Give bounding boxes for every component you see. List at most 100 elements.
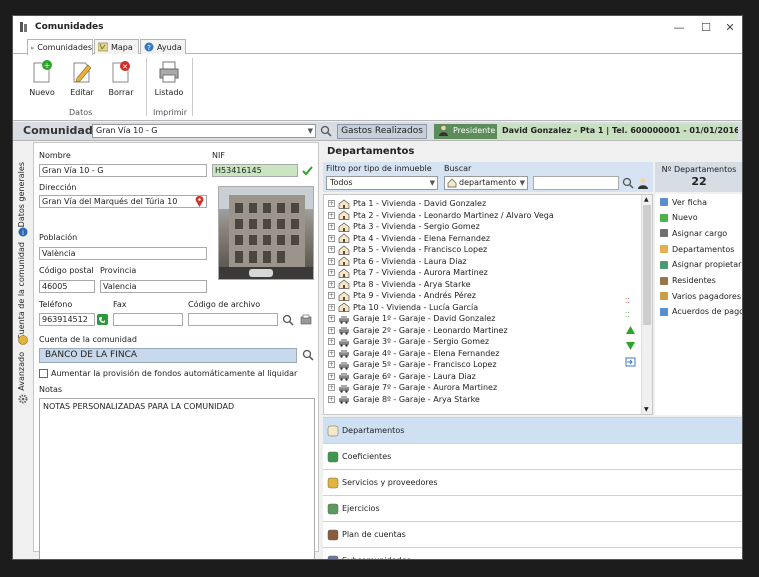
tree-item[interactable]: + Pta 10 - Vivienda - Lucía García: [328, 302, 478, 313]
chevron-down-icon: ▼: [307, 127, 313, 135]
map-pin-icon[interactable]: [195, 196, 204, 207]
expand-node-icon[interactable]: +: [328, 384, 335, 391]
expand-node-icon[interactable]: +: [328, 303, 335, 311]
tab-comunidades[interactable]: Comunidades: [27, 39, 93, 55]
search-icon[interactable]: [282, 314, 294, 326]
tree-item[interactable]: + Pta 3 - Vivienda - Sergio Gomez: [328, 221, 480, 232]
action-varios-pagadores[interactable]: Varios pagadores: [659, 291, 741, 301]
tree-item-label: Garaje 4º - Garaje - Elena Fernandez: [353, 348, 500, 358]
gastos-realizados-button[interactable]: Gastos Realizados: [337, 124, 427, 139]
codigo-postal-field[interactable]: 46005: [39, 280, 95, 293]
accordion-plan-de-cuentas[interactable]: Plan de cuentas: [323, 521, 742, 547]
tab-mapa[interactable]: Mapa: [94, 39, 139, 54]
nuevo-button[interactable]: + Nuevo: [25, 58, 59, 100]
expand-node-icon[interactable]: +: [328, 200, 335, 207]
tree-item[interactable]: + Pta 2 - Vivienda - Leonardo Martinez / …: [328, 210, 554, 221]
tree-item[interactable]: + Pta 7 - Vivienda - Aurora Martinez: [328, 267, 488, 278]
filtro-select[interactable]: Todos ▼: [326, 176, 438, 190]
editar-button[interactable]: Editar: [65, 58, 99, 100]
action-asignar-propietario[interactable]: Asignar propietario: [659, 260, 742, 270]
fax-field[interactable]: [113, 313, 183, 326]
action-departamentos[interactable]: Departamentos: [659, 244, 734, 254]
tree-item[interactable]: + Garaje 5º - Garaje - Francisco Lopez: [328, 359, 497, 370]
provincia-field[interactable]: Valencia: [100, 280, 207, 293]
notas-textarea[interactable]: NOTAS PERSONALIZADAS PARA LA COMUNIDAD: [39, 398, 315, 559]
search-icon[interactable]: [302, 349, 314, 361]
printer-icon: [158, 60, 180, 84]
person-search-icon[interactable]: [637, 177, 649, 189]
tree-item[interactable]: + Garaje 4º - Garaje - Elena Fernandez: [328, 348, 499, 359]
expand-node-icon[interactable]: +: [328, 211, 335, 219]
nif-field[interactable]: H53416145: [212, 164, 298, 177]
accordion-departamentos[interactable]: Departamentos: [323, 417, 742, 443]
maximize-button[interactable]: ☐: [693, 16, 719, 38]
borrar-button[interactable]: ✕ Borrar: [104, 58, 138, 100]
tree-item[interactable]: + Garaje 7º - Garaje - Aurora Martinez: [328, 382, 497, 393]
buscar-input[interactable]: [533, 176, 619, 190]
accordion-servicios-y-proveedores[interactable]: Servicios y proveedores: [323, 469, 742, 495]
expand-icon[interactable]: ⁚⁚: [625, 311, 636, 321]
phone-icon[interactable]: [97, 314, 108, 325]
action-nuevo[interactable]: Nuevo: [659, 213, 698, 223]
expand-node-icon[interactable]: +: [328, 280, 335, 288]
accordion-coeficientes[interactable]: Coeficientes: [323, 443, 742, 469]
expand-node-icon[interactable]: +: [328, 257, 335, 265]
tree-item[interactable]: + Pta 6 - Vivienda - Laura Diaz: [328, 256, 467, 267]
tree-item[interactable]: + Garaje 6º - Garaje - Laura Diaz: [328, 371, 476, 382]
tree-item[interactable]: + Garaje 2º - Garaje - Leonardo Martinez: [328, 325, 508, 336]
poblacion-field[interactable]: València: [39, 247, 207, 260]
vtab-datos-generales[interactable]: Datos generales: [17, 162, 26, 227]
telefono-field[interactable]: 963914512: [39, 313, 95, 326]
vtab-cuenta-comunidad[interactable]: Cuenta de la comunidad: [17, 242, 26, 340]
listado-button[interactable]: Listado: [151, 58, 187, 100]
import-icon[interactable]: [625, 357, 636, 367]
tree-item[interactable]: + Pta 9 - Vivienda - Andrés Pérez: [328, 290, 476, 301]
collapse-icon[interactable]: ⁚⁚: [625, 297, 636, 307]
tree-item[interactable]: + Pta 5 - Vivienda - Francisco Lopez: [328, 244, 487, 255]
action-residentes[interactable]: Residentes: [659, 276, 716, 286]
scroll-thumb[interactable]: [643, 205, 651, 325]
expand-node-icon[interactable]: +: [328, 349, 335, 357]
cuenta-comunidad-field[interactable]: BANCO DE LA FINCA: [39, 348, 297, 363]
nombre-field[interactable]: Gran Vía 10 - G: [39, 164, 207, 177]
search-icon[interactable]: [320, 125, 332, 137]
accordion-label: Subcomunidades: [342, 556, 411, 559]
expand-node-icon[interactable]: +: [328, 292, 335, 299]
expand-node-icon[interactable]: +: [328, 223, 335, 230]
action-ver-ficha[interactable]: Ver ficha: [659, 197, 707, 207]
minimize-button[interactable]: —: [666, 16, 692, 38]
expand-node-icon[interactable]: +: [328, 315, 335, 322]
tree-item[interactable]: + Garaje 8º - Garaje - Arya Starke: [328, 394, 480, 405]
move-up-icon[interactable]: [625, 325, 636, 335]
tree-item[interactable]: + Garaje 3º - Garaje - Sergio Gomez: [328, 336, 489, 347]
scanner-icon[interactable]: [300, 314, 312, 326]
expand-node-icon[interactable]: +: [328, 326, 335, 334]
expand-node-icon[interactable]: +: [328, 361, 335, 368]
expand-node-icon[interactable]: +: [328, 269, 335, 276]
accordion-subcomunidades[interactable]: Subcomunidades: [323, 547, 742, 559]
tab-ayuda[interactable]: ? Ayuda: [140, 39, 186, 54]
tree-item[interactable]: + Pta 1 - Vivienda - David Gonzalez: [328, 198, 486, 209]
tree-scrollbar[interactable]: ▲ ▼: [641, 195, 652, 414]
expand-node-icon[interactable]: +: [328, 372, 335, 380]
direccion-field[interactable]: Gran Vía del Marqués del Túria 10: [39, 195, 207, 208]
action-asignar-cargo[interactable]: Asignar cargo: [659, 228, 727, 238]
expand-node-icon[interactable]: +: [328, 395, 335, 403]
expand-node-icon[interactable]: +: [328, 234, 335, 242]
accordion-ejercicios[interactable]: Ejercicios: [323, 495, 742, 521]
comunidad-select[interactable]: Gran Vía 10 - G ▼: [92, 124, 316, 138]
buscar-tipo-select[interactable]: departamento ▼: [444, 176, 528, 190]
close-icon: ✕: [725, 20, 735, 34]
aumentar-provision-checkbox[interactable]: [39, 369, 48, 378]
vtab-avanzado[interactable]: Avanzado: [17, 352, 26, 391]
expand-node-icon[interactable]: +: [328, 338, 335, 345]
tree-item[interactable]: + Pta 4 - Vivienda - Elena Fernandez: [328, 233, 490, 244]
action-acuerdos-de-pago[interactable]: Acuerdos de pago: [659, 307, 742, 317]
expand-node-icon[interactable]: +: [328, 246, 335, 253]
codigo-archivo-field[interactable]: [188, 313, 278, 326]
move-down-icon[interactable]: [625, 341, 636, 351]
search-icon[interactable]: [622, 177, 634, 189]
tree-item[interactable]: + Garaje 1º - Garaje - David Gonzalez: [328, 313, 495, 324]
tree-item[interactable]: + Pta 8 - Vivienda - Arya Starke: [328, 279, 471, 290]
close-button[interactable]: ✕: [717, 16, 742, 38]
